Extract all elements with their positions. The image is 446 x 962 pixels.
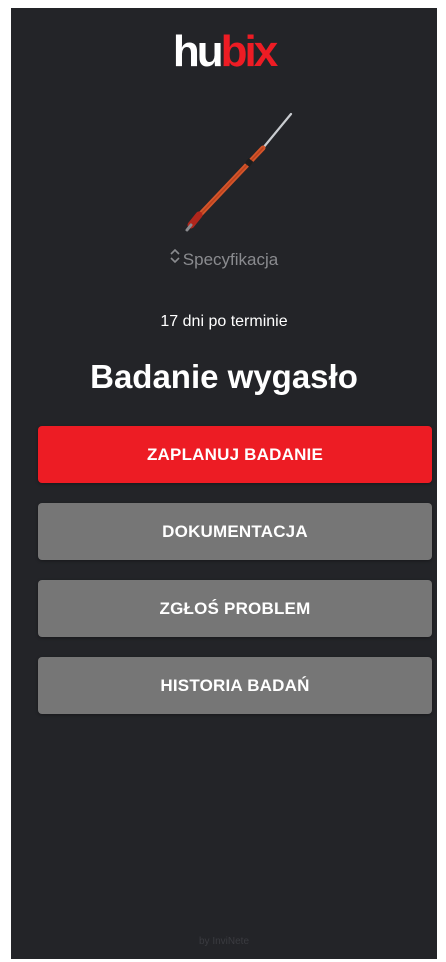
specification-label: Specyfikacja [182,250,279,269]
schedule-inspection-button[interactable]: ZAPLANUJ BADANIE [38,426,432,483]
specification-toggle[interactable]: Specyfikacja [11,248,437,271]
report-problem-button[interactable]: ZGŁOŚ PROBLEM [38,580,432,637]
app-screen: hubix Specyfikacja 17 dni po terminie Ba… [11,8,437,959]
logo-bix: bix [220,27,279,76]
inspection-status-headline: Badanie wygasło [90,358,358,395]
sort-chevrons-icon [170,248,180,270]
inspection-history-button[interactable]: HISTORIA BADAŃ [38,657,432,714]
logo-hu: hu [172,27,224,76]
lance-tool-image [185,112,293,232]
footer-credit: by InviNete [198,936,250,947]
overdue-status: 17 dni po terminie [160,313,288,330]
hubix-logo: hubix [11,30,437,74]
documentation-button[interactable]: DOKUMENTACJA [38,503,432,560]
